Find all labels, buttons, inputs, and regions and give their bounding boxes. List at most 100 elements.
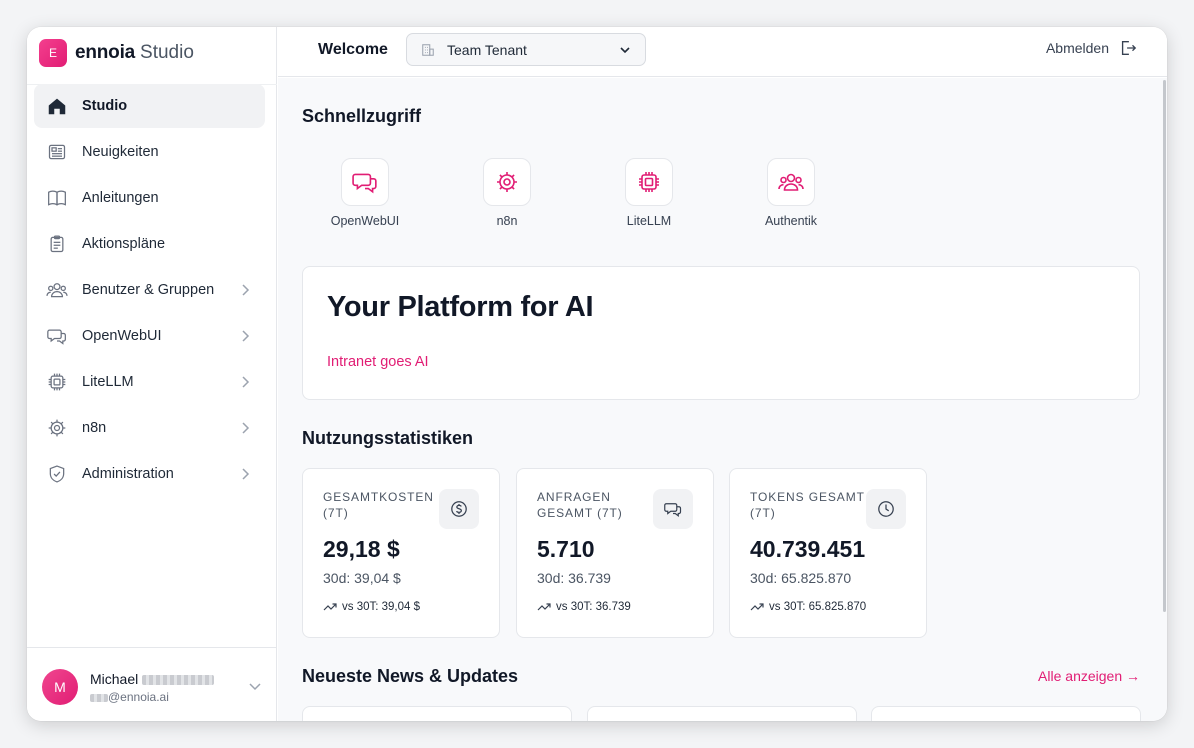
tenant-select-value: Team Tenant: [447, 41, 527, 58]
hero-card: Your Platform for AI Intranet goes AI: [302, 266, 1140, 400]
stat-value: 40.739.451: [750, 536, 866, 562]
quick-access-n8n[interactable]: n8n: [457, 158, 557, 228]
logout-icon: [1121, 41, 1137, 55]
chat-icon: [653, 489, 693, 529]
user-email: @ennoia.ai: [90, 690, 169, 704]
stat-card-total-cost: GESAMTKOSTEN (7T) 29,18 $ 30d: 39,04 $ v…: [302, 468, 500, 638]
section-title-stats: Nutzungsstatistiken: [302, 428, 474, 448]
users-icon: [46, 279, 68, 301]
redacted-text: [90, 693, 108, 702]
shield-icon: [46, 463, 68, 485]
sidebar-item-label: Administration: [82, 466, 174, 482]
top-bar: Welcome Team Tenant Abmelden: [278, 27, 1167, 77]
sidebar-item-studio[interactable]: Studio: [34, 84, 265, 128]
welcome-text: Welcome: [318, 41, 388, 58]
user-menu[interactable]: M Michael @ennoia.ai: [42, 669, 262, 707]
home-icon: [46, 95, 68, 117]
chevron-right-icon: [242, 422, 250, 434]
book-icon: [46, 187, 68, 209]
stat-value: 29,18 $: [323, 536, 400, 562]
stat-label: TOKENS GESAMT (7T): [750, 490, 865, 520]
newspaper-icon: [46, 141, 68, 163]
chevron-right-icon: [242, 468, 250, 480]
divider: [27, 647, 277, 648]
sidebar-nav: Studio Neuigkeiten Anleitungen Aktionspl…: [34, 84, 265, 498]
sidebar-item-label: Benutzer & Gruppen: [82, 282, 215, 298]
chat-icon: [341, 158, 389, 206]
building-icon: [422, 43, 434, 56]
hero-title: Your Platform for AI: [327, 291, 594, 323]
sidebar-item-label: OpenWebUI: [82, 328, 162, 344]
tenant-select[interactable]: Team Tenant: [406, 33, 646, 66]
sidebar-item-aktionsplaene[interactable]: Aktionspläne: [34, 222, 265, 266]
quick-access-authentik[interactable]: Authentik: [741, 158, 841, 228]
news-card[interactable]: [302, 706, 572, 721]
section-title-news: Neueste News & Updates: [302, 666, 519, 686]
chevron-down-icon: [249, 683, 261, 691]
stat-30d: 30d: 36.739: [537, 570, 611, 586]
news-card[interactable]: [871, 706, 1141, 721]
logout-label: Abmelden: [1045, 40, 1109, 56]
sidebar-item-label: LiteLLM: [82, 374, 134, 390]
cog-icon: [46, 417, 68, 439]
quick-access-label: LiteLLM: [626, 214, 672, 228]
redacted-text: [142, 675, 215, 686]
stat-card-requests: ANFRAGEN GESAMT (7T) 5.710 30d: 36.739 v…: [516, 468, 714, 638]
cog-icon: [483, 158, 531, 206]
brand-logo[interactable]: E ennoia Studio: [39, 39, 194, 67]
dollar-icon: [439, 489, 479, 529]
sidebar-item-administration[interactable]: Administration: [34, 452, 265, 496]
stat-card-tokens: TOKENS GESAMT (7T) 40.739.451 30d: 65.82…: [729, 468, 927, 638]
quick-access-openwebui[interactable]: OpenWebUI: [315, 158, 415, 228]
clock-icon: [866, 489, 906, 529]
chevron-right-icon: [242, 376, 250, 388]
trend-up-icon: [323, 603, 337, 611]
chip-icon: [46, 371, 68, 393]
sidebar-item-openwebui[interactable]: OpenWebUI: [34, 314, 265, 358]
hero-subtitle: Intranet goes AI: [327, 354, 429, 370]
sidebar-item-label: Anleitungen: [82, 190, 159, 206]
trend-up-icon: [750, 603, 764, 611]
stat-trend: vs 30T: 65.825.870: [750, 601, 866, 613]
brand-badge: E: [39, 39, 67, 67]
quick-access-label: n8n: [496, 214, 518, 228]
stat-label: GESAMTKOSTEN (7T): [323, 490, 434, 520]
sidebar-item-n8n[interactable]: n8n: [34, 406, 265, 450]
user-name: Michael: [90, 671, 215, 687]
stat-value: 5.710: [537, 536, 595, 562]
sidebar-item-label: n8n: [82, 420, 107, 436]
quick-access-litellm[interactable]: LiteLLM: [599, 158, 699, 228]
section-title-quick-access: Schnellzugriff: [302, 106, 422, 126]
stat-trend: vs 30T: 39,04 $: [323, 601, 420, 613]
chevron-down-icon: [620, 47, 630, 54]
news-card[interactable]: [587, 706, 857, 721]
sidebar-item-benutzer-gruppen[interactable]: Benutzer & Gruppen: [34, 268, 265, 312]
sidebar-item-anleitungen[interactable]: Anleitungen: [34, 176, 265, 220]
clipboard-icon: [46, 233, 68, 255]
scrollbar[interactable]: [1163, 80, 1166, 612]
stat-30d: 30d: 65.825.870: [750, 570, 852, 586]
brand-name: ennoia: [75, 42, 136, 63]
avatar: M: [42, 669, 78, 705]
chevron-right-icon: [242, 330, 250, 342]
chat-icon: [46, 325, 68, 347]
main-content: Schnellzugriff OpenWebUI n8n LiteLLM Aut…: [278, 78, 1167, 721]
sidebar-item-label: Neuigkeiten: [82, 144, 159, 160]
sidebar-item-neuigkeiten[interactable]: Neuigkeiten: [34, 130, 265, 174]
chevron-right-icon: [242, 284, 250, 296]
users-icon: [767, 158, 815, 206]
sidebar: E ennoia Studio Studio Neuigkeiten Anlei…: [27, 27, 277, 721]
brand-suffix: Studio: [140, 42, 194, 63]
stat-label: ANFRAGEN GESAMT (7T): [537, 490, 623, 520]
trend-up-icon: [537, 603, 551, 611]
quick-access-label: OpenWebUI: [330, 214, 400, 228]
stat-30d: 30d: 39,04 $: [323, 570, 401, 586]
quick-access-label: Authentik: [764, 214, 818, 228]
sidebar-item-litellm[interactable]: LiteLLM: [34, 360, 265, 404]
chip-icon: [625, 158, 673, 206]
stat-trend: vs 30T: 36.739: [537, 601, 631, 613]
sidebar-item-label: Studio: [82, 98, 128, 114]
view-all-news-link[interactable]: Alle anzeigen →: [1038, 668, 1140, 684]
sidebar-item-label: Aktionspläne: [82, 236, 166, 252]
logout-button[interactable]: Abmelden: [1046, 39, 1137, 57]
